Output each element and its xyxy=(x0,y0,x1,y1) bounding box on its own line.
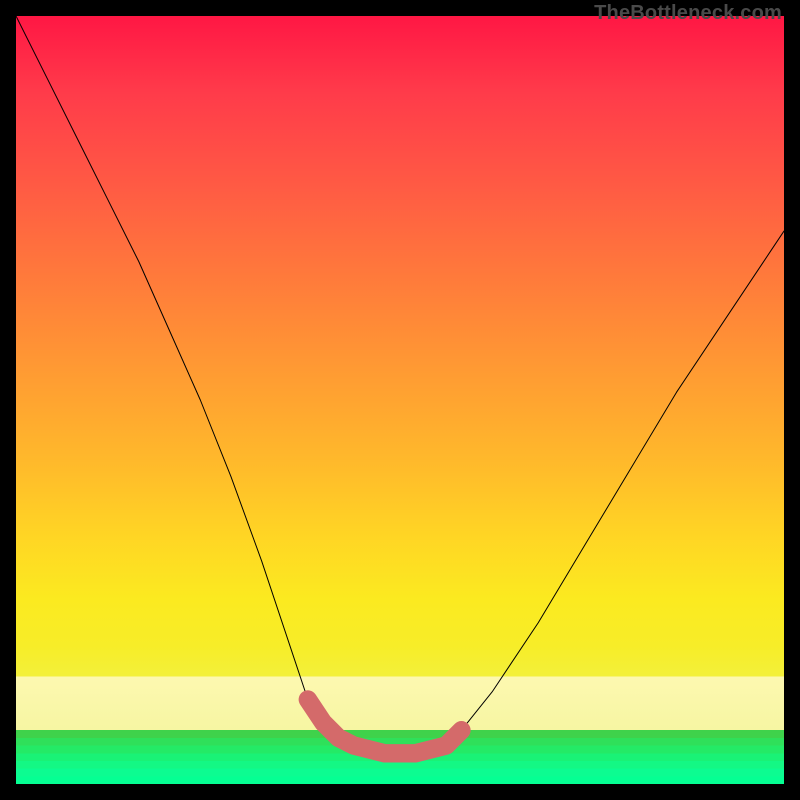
curve-layer xyxy=(16,16,784,784)
plot-area xyxy=(16,16,784,784)
watermark-text: TheBottleneck.com xyxy=(594,2,782,25)
safe-zone-highlight xyxy=(308,700,462,754)
bottleneck-curve xyxy=(16,16,784,753)
chart-frame: TheBottleneck.com xyxy=(0,0,800,800)
